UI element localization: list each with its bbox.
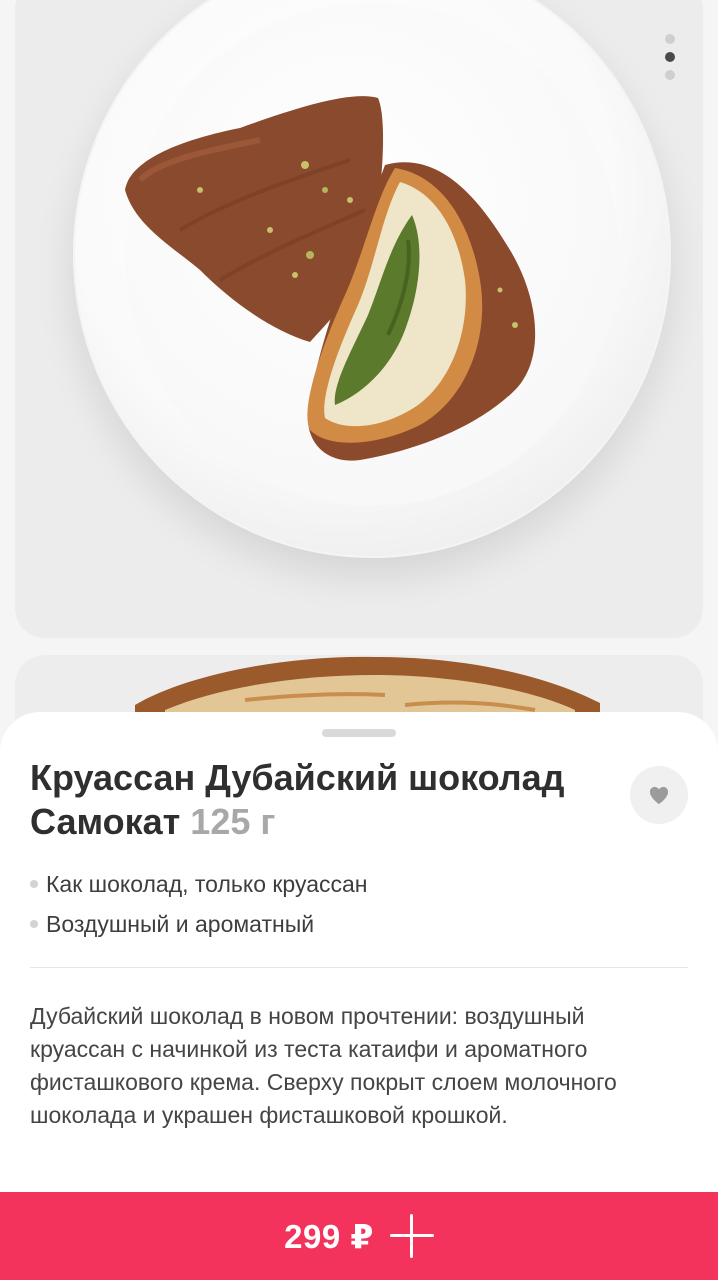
plus-icon — [389, 1214, 434, 1258]
feature-text: Воздушный и ароматный — [46, 911, 315, 937]
heart-icon — [649, 786, 669, 805]
feature-text: Как шоколад, только круассан — [46, 871, 368, 897]
croissant-image — [125, 96, 536, 461]
bullet-icon — [30, 920, 38, 928]
add-to-cart-button[interactable]: 299 ₽ — [0, 1192, 718, 1280]
product-weight: 125 г — [190, 801, 276, 842]
product-features: Как шоколад, только круассан Воздушный и… — [30, 864, 368, 944]
feature-item: Воздушный и ароматный — [30, 904, 368, 944]
favorite-button[interactable] — [630, 766, 688, 824]
pagination-dot-active — [665, 52, 675, 62]
bullet-icon — [30, 880, 38, 888]
gallery-pagination — [665, 34, 675, 88]
product-title: Круассан Дубайский шоколад Самокат 125 г — [30, 756, 620, 844]
product-photo[interactable] — [15, 0, 703, 638]
pagination-dot — [665, 70, 675, 80]
sheet-drag-handle[interactable] — [322, 729, 396, 737]
pagination-dot — [665, 34, 675, 44]
product-description: Дубайский шоколад в новом прочтении: воз… — [30, 1003, 617, 1128]
feature-item: Как шоколад, только круассан — [30, 864, 368, 904]
divider — [30, 967, 688, 968]
product-name: Круассан Дубайский шоколад Самокат — [30, 757, 565, 842]
product-gallery[interactable] — [0, 0, 718, 855]
price-label: 299 ₽ — [284, 1217, 374, 1255]
